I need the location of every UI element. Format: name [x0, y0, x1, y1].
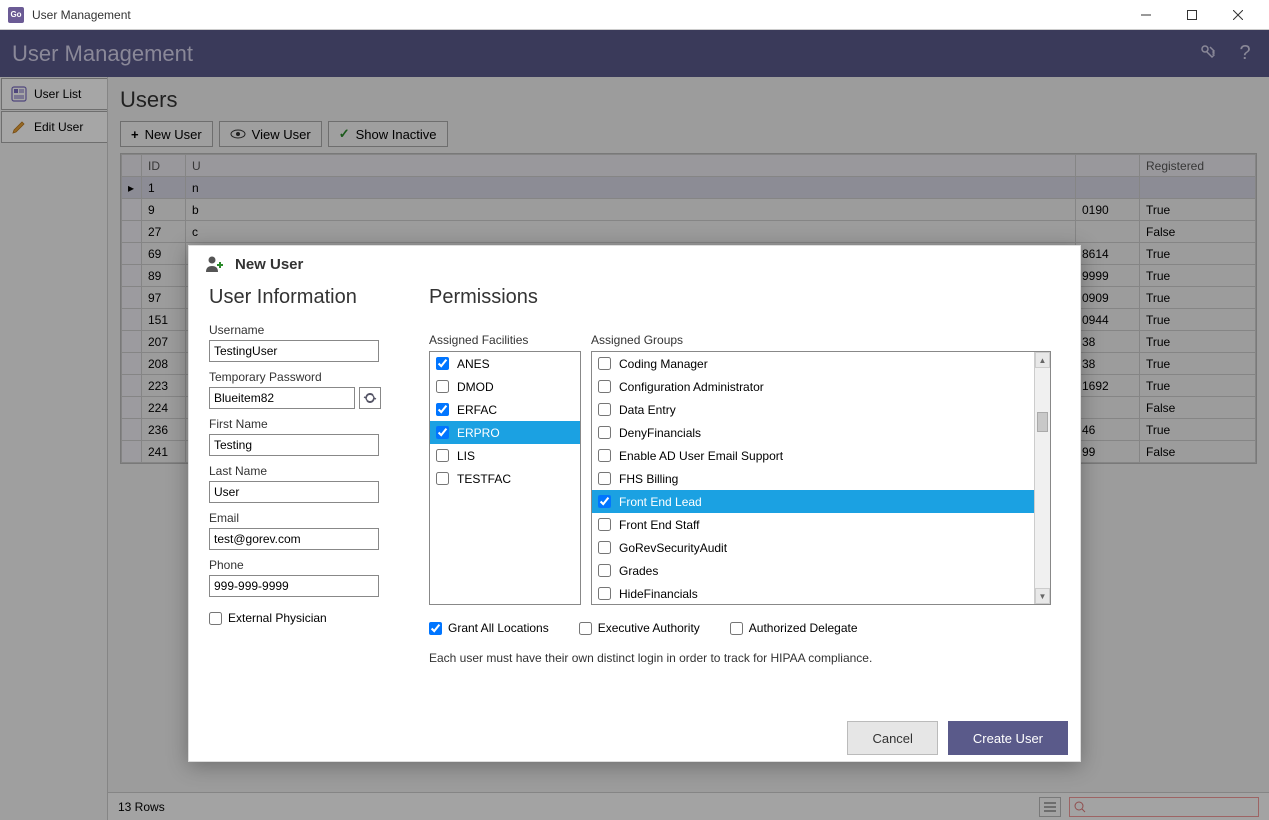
add-user-icon: [205, 255, 225, 273]
modal-title: New User: [235, 256, 303, 273]
temp-password-label: Temporary Password: [209, 370, 409, 384]
grant-all-locations-checkbox[interactable]: Grant All Locations: [429, 621, 549, 635]
new-user-modal: New User User Information Username Tempo…: [188, 245, 1081, 762]
refresh-icon: [363, 391, 377, 405]
modal-header: New User: [189, 246, 1080, 282]
window-title: User Management: [32, 8, 1123, 22]
hipaa-note: Each user must have their own distinct l…: [429, 651, 1060, 665]
first-name-label: First Name: [209, 417, 409, 431]
group-item[interactable]: Grades: [592, 559, 1034, 582]
facility-item[interactable]: DMOD: [430, 375, 580, 398]
executive-authority-checkbox[interactable]: Executive Authority: [579, 621, 700, 635]
groups-scrollbar[interactable]: ▲ ▼: [1034, 352, 1050, 604]
close-icon: [1233, 10, 1243, 20]
group-item[interactable]: Front End Staff: [592, 513, 1034, 536]
scroll-down-arrow[interactable]: ▼: [1035, 588, 1050, 604]
app-header: User Management ?: [0, 30, 1269, 77]
phone-input[interactable]: [209, 575, 379, 597]
minimize-button[interactable]: [1123, 0, 1169, 30]
minimize-icon: [1141, 10, 1151, 20]
assigned-facilities-label: Assigned Facilities: [429, 333, 581, 347]
create-user-button[interactable]: Create User: [948, 721, 1068, 755]
cancel-button[interactable]: Cancel: [847, 721, 937, 755]
last-name-label: Last Name: [209, 464, 409, 478]
groups-listbox[interactable]: Coding ManagerConfiguration Administrato…: [591, 351, 1051, 605]
group-item[interactable]: HideFinancials: [592, 582, 1034, 604]
group-item[interactable]: FHS Billing: [592, 467, 1034, 490]
facility-item[interactable]: ERFAC: [430, 398, 580, 421]
maximize-icon: [1187, 10, 1197, 20]
group-item[interactable]: Front End Lead: [592, 490, 1034, 513]
permissions-heading: Permissions: [429, 286, 1060, 309]
group-item[interactable]: Configuration Administrator: [592, 375, 1034, 398]
titlebar: Go User Management: [0, 0, 1269, 30]
facility-item[interactable]: ERPRO: [430, 421, 580, 444]
authorized-delegate-checkbox[interactable]: Authorized Delegate: [730, 621, 858, 635]
facilities-listbox[interactable]: ANESDMODERFACERPROLISTESTFAC: [429, 351, 581, 605]
regenerate-password-button[interactable]: [359, 387, 381, 409]
close-button[interactable]: [1215, 0, 1261, 30]
external-physician-checkbox[interactable]: External Physician: [209, 611, 409, 625]
modal-footer: Cancel Create User: [189, 715, 1080, 761]
phone-label: Phone: [209, 558, 409, 572]
group-item[interactable]: Data Entry: [592, 398, 1034, 421]
username-input[interactable]: [209, 340, 379, 362]
user-info-column: User Information Username Temporary Pass…: [209, 286, 409, 665]
facility-item[interactable]: LIS: [430, 444, 580, 467]
user-info-heading: User Information: [209, 286, 409, 309]
maximize-button[interactable]: [1169, 0, 1215, 30]
email-label: Email: [209, 511, 409, 525]
username-label: Username: [209, 323, 409, 337]
app-icon: Go: [8, 7, 24, 23]
temp-password-input[interactable]: [209, 387, 355, 409]
scroll-thumb[interactable]: [1037, 412, 1048, 432]
group-item[interactable]: GoRevSecurityAudit: [592, 536, 1034, 559]
group-item[interactable]: DenyFinancials: [592, 421, 1034, 444]
help-icon[interactable]: ?: [1233, 42, 1257, 66]
group-item[interactable]: Coding Manager: [592, 352, 1034, 375]
scroll-up-arrow[interactable]: ▲: [1035, 352, 1050, 368]
facility-item[interactable]: TESTFAC: [430, 467, 580, 490]
first-name-input[interactable]: [209, 434, 379, 456]
assigned-groups-label: Assigned Groups: [591, 333, 1051, 347]
email-input[interactable]: [209, 528, 379, 550]
keys-icon[interactable]: [1197, 42, 1221, 66]
permissions-column: Permissions Assigned Facilities ANESDMOD…: [429, 286, 1060, 665]
group-item[interactable]: Enable AD User Email Support: [592, 444, 1034, 467]
facility-item[interactable]: ANES: [430, 352, 580, 375]
header-title: User Management: [12, 41, 1185, 67]
last-name-input[interactable]: [209, 481, 379, 503]
